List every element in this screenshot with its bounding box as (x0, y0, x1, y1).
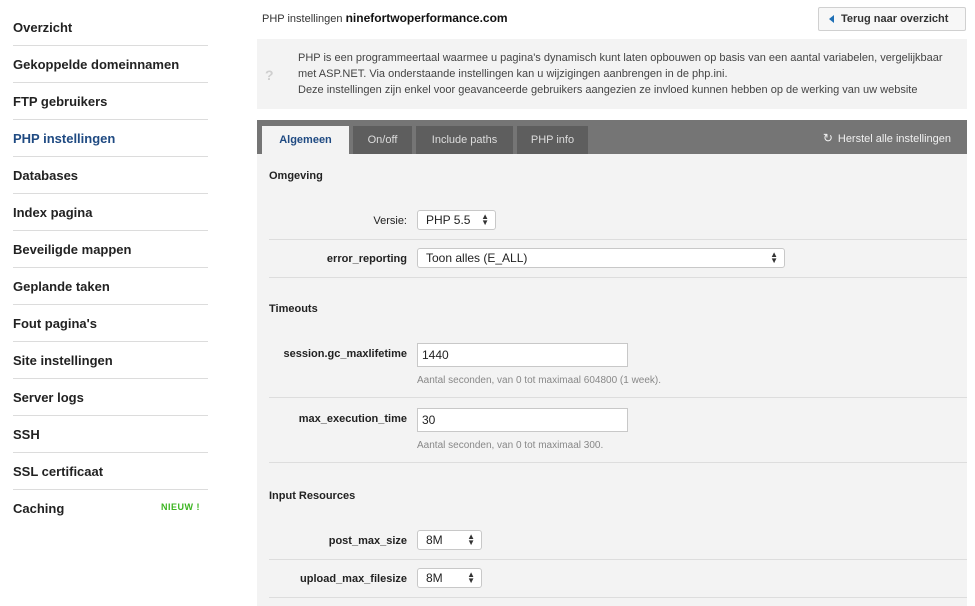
select-arrows-icon: ▲ ▼ (467, 570, 475, 585)
info-text: PHP is een programmeertaal waarmee u pag… (298, 50, 963, 98)
gc-maxlifetime-input[interactable]: 1440 (417, 343, 628, 367)
sidebar-item-overzicht[interactable]: Overzicht (13, 9, 208, 46)
gc-maxlifetime-label: session.gc_maxlifetime (283, 348, 407, 360)
versie-label: Versie: (373, 215, 407, 227)
post-max-size-value: 8M (426, 533, 443, 547)
back-button-label: Terug naar overzicht (841, 13, 949, 25)
max-execution-time-label: max_execution_time (298, 413, 407, 425)
help-icon: ? (265, 67, 274, 83)
sidebar-item-beveiligde-mappen[interactable]: Beveiligde mappen (13, 231, 208, 268)
divider (269, 559, 967, 560)
sidebar-item-site-instellingen[interactable]: Site instellingen (13, 342, 208, 379)
back-to-overview-button[interactable]: Terug naar overzicht (818, 7, 966, 31)
sidebar-item-label: Gekoppelde domeinnamen (13, 56, 180, 72)
info-line-1: PHP is een programmeertaal waarmee u pag… (298, 52, 943, 80)
max-execution-time-value: 30 (422, 413, 436, 427)
info-line-2: Deze instellingen zijn enkel voor geavan… (298, 84, 918, 96)
reset-settings-button[interactable]: ↻ Herstel alle instellingen (823, 131, 951, 145)
max-execution-time-input[interactable]: 30 (417, 408, 628, 432)
tab-on-off[interactable]: On/off (353, 126, 412, 154)
tab-label: PHP info (530, 134, 575, 146)
new-badge: NIEUW ! (161, 502, 200, 512)
sidebar-item-label: Index pagina (13, 204, 93, 220)
sidebar-item-label: SSL certificaat (13, 463, 104, 479)
tab-label: Algemeen (279, 134, 332, 146)
sidebar-item-label: Geplande taken (13, 278, 110, 294)
divider (269, 462, 967, 463)
sidebar-item-label: Fout pagina's (13, 315, 97, 331)
divider (269, 239, 967, 240)
max-execution-time-help: Aantal seconden, van 0 tot maximaal 300. (417, 440, 604, 451)
tab-label: On/off (367, 134, 398, 146)
sidebar-item-label: SSH (13, 426, 40, 442)
refresh-icon: ↻ (822, 131, 833, 145)
page-title-prefix: PHP instellingen (262, 13, 343, 25)
settings-form: Omgeving Versie: PHP 5.5 ▲ ▼ error_report… (257, 154, 967, 606)
tab-include-paths[interactable]: Include paths (416, 126, 513, 154)
tab-bar: Algemeen On/off Include paths PHP info ↻… (257, 120, 967, 154)
sidebar-item-label: Server logs (13, 389, 84, 405)
sidebar-item-ssh[interactable]: SSH (13, 416, 208, 453)
sidebar-item-label: PHP instellingen (13, 130, 116, 146)
sidebar-item-label: Site instellingen (13, 352, 113, 368)
sidebar-item-label: FTP gebruikers (13, 93, 108, 109)
upload-max-filesize-label: upload_max_filesize (300, 573, 407, 585)
error-reporting-value: Toon alles (E_ALL) (426, 251, 528, 265)
gc-maxlifetime-value: 1440 (422, 348, 449, 362)
php-settings-page: Overzicht Gekoppelde domeinnamen FTP geb… (0, 0, 975, 606)
domain-name: ninefortwoperformance.com (345, 11, 508, 25)
sidebar-item-index-pagina[interactable]: Index pagina (13, 194, 208, 231)
reset-label: Herstel alle instellingen (837, 133, 951, 145)
php-version-value: PHP 5.5 (426, 213, 471, 227)
page-title: PHP instellingen ninefortwoperformance.c… (262, 11, 508, 25)
sidebar-item-label: Overzicht (13, 19, 73, 35)
post-max-size-label: post_max_size (328, 535, 407, 547)
gc-maxlifetime-help: Aantal seconden, van 0 tot maximaal 6048… (417, 375, 662, 386)
sidebar-item-geplande-taken[interactable]: Geplande taken (13, 268, 208, 305)
sidebar-item-databases[interactable]: Databases (13, 157, 208, 194)
error-reporting-label: error_reporting (326, 253, 407, 265)
sidebar-item-label: Databases (13, 167, 79, 183)
tab-label: Include paths (431, 134, 498, 146)
sidebar-item-gekoppelde-domeinnamen[interactable]: Gekoppelde domeinnamen (13, 46, 208, 83)
divider (269, 597, 967, 598)
select-arrows-icon: ▲ ▼ (481, 212, 489, 227)
section-timeouts-title: Timeouts (269, 303, 318, 315)
upload-max-filesize-value: 8M (426, 571, 443, 585)
post-max-size-select[interactable]: 8M ▲ ▼ (417, 530, 482, 550)
select-arrows-icon: ▲ ▼ (770, 250, 778, 265)
divider (269, 277, 967, 278)
select-arrows-icon: ▲ ▼ (467, 532, 475, 547)
sidebar-item-label: Caching (13, 501, 65, 516)
sidebar-item-caching[interactable]: Caching NIEUW ! (13, 490, 208, 527)
upload-max-filesize-select[interactable]: 8M ▲ ▼ (417, 568, 482, 588)
php-version-select[interactable]: PHP 5.5 ▲ ▼ (417, 210, 496, 230)
section-omgeving-title: Omgeving (269, 170, 323, 182)
sidebar-item-fout-paginas[interactable]: Fout pagina's (13, 305, 208, 342)
sidebar-item-ftp-gebruikers[interactable]: FTP gebruikers (13, 83, 208, 120)
chevron-left-icon (829, 15, 834, 23)
info-box: ? PHP is een programmeertaal waarmee u p… (257, 39, 967, 109)
error-reporting-select[interactable]: Toon alles (E_ALL) ▲ ▼ (417, 248, 785, 268)
section-input-resources-title: Input Resources (269, 490, 356, 502)
sidebar-item-ssl-certificaat[interactable]: SSL certificaat (13, 453, 208, 490)
sidebar-item-php-instellingen[interactable]: PHP instellingen (13, 120, 208, 157)
tab-algemeen[interactable]: Algemeen (262, 126, 349, 154)
sidebar-item-label: Beveiligde mappen (13, 241, 132, 257)
tab-php-info[interactable]: PHP info (517, 126, 588, 154)
sidebar-nav: Overzicht Gekoppelde domeinnamen FTP geb… (0, 9, 208, 527)
divider (269, 397, 967, 398)
sidebar-item-server-logs[interactable]: Server logs (13, 379, 208, 416)
